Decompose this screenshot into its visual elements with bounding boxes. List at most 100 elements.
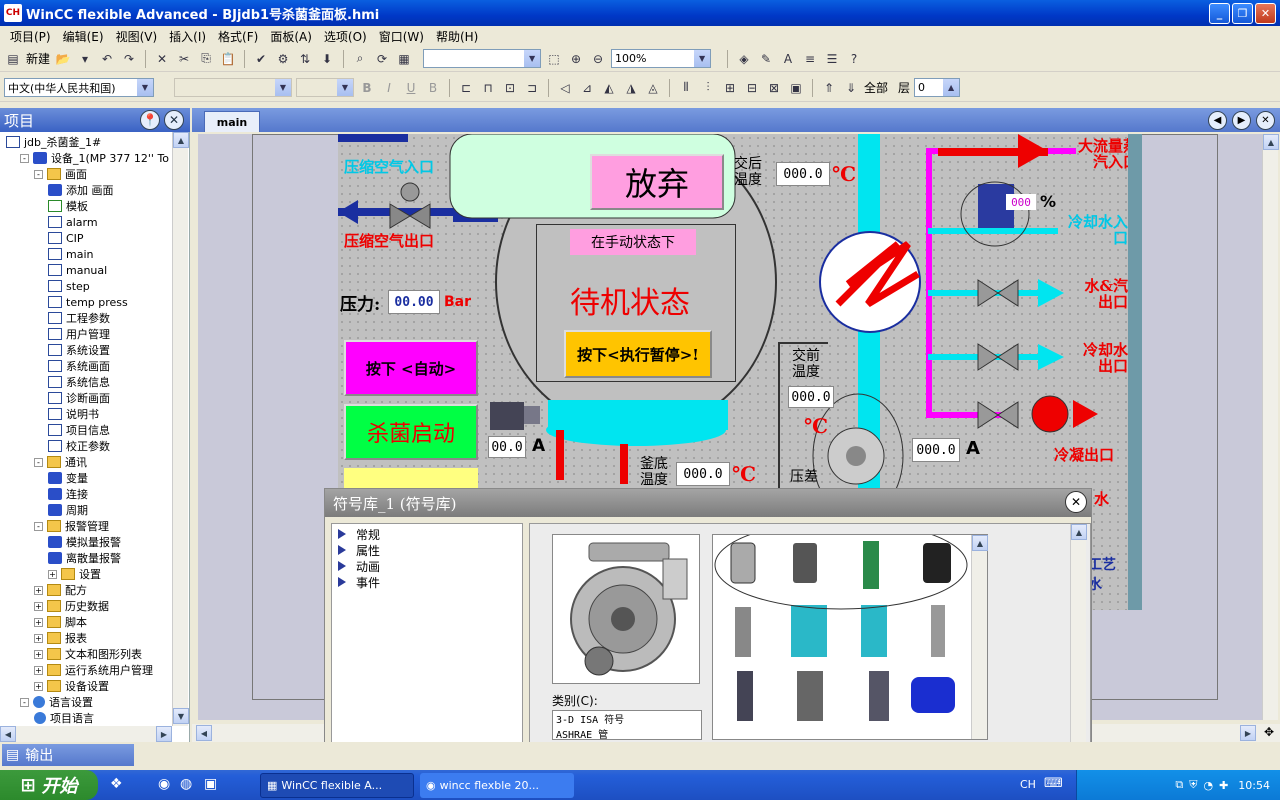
media-icon[interactable]: ◍ bbox=[180, 776, 192, 792]
paste-icon[interactable]: 📋 bbox=[219, 50, 237, 68]
zoom-in-icon[interactable]: ⊕ bbox=[567, 50, 585, 68]
scroll-down-icon[interactable]: ▼ bbox=[173, 708, 189, 724]
menu-help[interactable]: 帮助(H) bbox=[430, 28, 484, 45]
canvas-scroll-left-icon[interactable]: ◀ bbox=[196, 725, 212, 741]
rotate-right-icon[interactable]: ◮ bbox=[622, 79, 640, 97]
category-item[interactable]: 3-D ISA 符号 bbox=[553, 711, 701, 726]
tree-item[interactable]: 说明书 bbox=[48, 406, 99, 422]
language-combo[interactable]: 中文(中华人民共和国) ▼ bbox=[4, 78, 154, 97]
prop-properties[interactable]: 属性 bbox=[338, 542, 380, 558]
zoom-combo[interactable]: 100% ▼ bbox=[611, 49, 712, 68]
tree-item[interactable]: - 语言设置 bbox=[20, 694, 93, 710]
layer-down-icon[interactable]: ⇓ bbox=[842, 79, 860, 97]
expand-icon[interactable]: + bbox=[34, 681, 43, 691]
new-icon[interactable]: ▤ bbox=[4, 50, 22, 68]
dialog-close-icon[interactable]: ✕ bbox=[1065, 491, 1087, 513]
expand-icon[interactable]: + bbox=[34, 601, 43, 611]
scroll-right-icon[interactable]: ▶ bbox=[156, 726, 172, 742]
category-item[interactable]: ASHRAE 管 bbox=[553, 726, 701, 741]
tree-item[interactable]: 变量 bbox=[48, 470, 88, 486]
menu-edit[interactable]: 编辑(E) bbox=[57, 28, 110, 45]
tree-item[interactable]: alarm bbox=[48, 214, 98, 230]
menu-project[interactable]: 项目(P) bbox=[4, 28, 57, 45]
collapse-icon[interactable]: - bbox=[34, 457, 43, 467]
layer-up-icon[interactable]: ⇑ bbox=[820, 79, 838, 97]
pin-icon[interactable]: 📍 bbox=[140, 110, 160, 130]
tree-item[interactable]: temp press bbox=[48, 294, 128, 310]
motor-current-value[interactable]: 00.0 bbox=[488, 436, 526, 458]
minimize-button[interactable]: _ bbox=[1209, 3, 1230, 24]
dialog-scrollbar[interactable]: ▲ bbox=[1070, 524, 1087, 742]
task-browser[interactable]: ◉ wincc flexble 20... bbox=[420, 773, 574, 798]
tree-item[interactable]: + 运行系统用户管理 bbox=[34, 662, 153, 678]
layer-spinner[interactable]: 0 ▲ bbox=[914, 78, 961, 97]
canvas-scroll-up-icon[interactable]: ▲ bbox=[1263, 134, 1279, 150]
group-icon[interactable]: ▣ bbox=[787, 79, 805, 97]
tree-item[interactable]: + 文本和图形列表 bbox=[34, 646, 142, 662]
tree-item[interactable]: 添加 画面 bbox=[48, 182, 114, 198]
binoculars-icon[interactable]: ⌕ bbox=[351, 50, 369, 68]
after-exchange-temp-value[interactable]: 000.0 bbox=[776, 162, 830, 186]
canvas-vscrollbar[interactable]: ▲ bbox=[1262, 134, 1279, 720]
tree-item[interactable]: + 设置 bbox=[48, 566, 101, 582]
tree-item[interactable]: 离散量报警 bbox=[48, 550, 121, 566]
object-combo[interactable]: ▼ bbox=[423, 49, 542, 68]
tree-item[interactable]: + 历史数据 bbox=[34, 598, 109, 614]
distribute-v-icon[interactable]: ⫶ bbox=[699, 79, 717, 97]
tree-item[interactable]: 连接 bbox=[48, 486, 88, 502]
align-right-icon[interactable]: ⊐ bbox=[523, 79, 541, 97]
pressure-value[interactable]: 00.00 bbox=[388, 290, 440, 314]
align-left-icon[interactable]: ⊏ bbox=[457, 79, 475, 97]
maximize-button[interactable]: ❐ bbox=[1232, 3, 1253, 24]
transfer-icon[interactable]: ⇅ bbox=[296, 50, 314, 68]
quicklaunch-icon[interactable]: ❖ bbox=[110, 776, 123, 792]
check-icon[interactable]: ✔ bbox=[252, 50, 270, 68]
new-button[interactable]: 新建 bbox=[26, 50, 50, 67]
menu-format[interactable]: 格式(F) bbox=[212, 28, 264, 45]
tree-item[interactable]: + 脚本 bbox=[34, 614, 87, 630]
scroll-left-icon[interactable]: ◀ bbox=[0, 726, 16, 742]
prop-events[interactable]: 事件 bbox=[338, 574, 380, 590]
line-color-icon[interactable]: ✎ bbox=[757, 50, 775, 68]
zoom-out-icon[interactable]: ⊖ bbox=[589, 50, 607, 68]
expand-icon[interactable]: + bbox=[34, 649, 43, 659]
menu-view[interactable]: 视图(V) bbox=[110, 28, 164, 45]
tree-item[interactable]: 校正参数 bbox=[48, 438, 110, 454]
tree-item[interactable]: 诊断画面 bbox=[48, 390, 110, 406]
valve-percent-value[interactable]: 000 bbox=[1006, 194, 1036, 210]
redo-icon[interactable]: ↷ bbox=[120, 50, 138, 68]
tab-prev-icon[interactable]: ◀ bbox=[1208, 111, 1227, 130]
shield-icon[interactable]: ⛨ bbox=[1189, 778, 1197, 792]
tree-item[interactable]: 模板 bbox=[48, 198, 88, 214]
font-combo[interactable]: ▼ bbox=[174, 78, 292, 97]
tree-item[interactable]: 项目信息 bbox=[48, 422, 110, 438]
keyboard-icon[interactable]: ⌨ bbox=[1044, 776, 1063, 791]
align-center-icon[interactable]: ⊡ bbox=[501, 79, 519, 97]
ie-icon[interactable]: ◉ bbox=[158, 776, 170, 792]
sterilize-start-button[interactable]: 杀菌启动 bbox=[344, 404, 478, 460]
mirror-icon[interactable]: ⊿ bbox=[578, 79, 596, 97]
copy-icon[interactable]: ⎘ bbox=[197, 50, 215, 68]
tree-item[interactable]: CIP bbox=[48, 230, 84, 246]
tree-item[interactable]: 模拟量报警 bbox=[48, 534, 121, 550]
dialog-scroll-up-icon[interactable]: ▲ bbox=[1071, 524, 1087, 540]
partial-button[interactable] bbox=[344, 468, 478, 488]
open-icon[interactable]: 📂 bbox=[54, 50, 72, 68]
italic-icon[interactable]: I bbox=[380, 79, 398, 97]
tree-item[interactable]: - 通讯 bbox=[34, 454, 87, 470]
font-color-icon[interactable]: A bbox=[779, 50, 797, 68]
replace-icon[interactable]: ⟳ bbox=[373, 50, 391, 68]
output-tab[interactable]: ▤ 输出 bbox=[2, 744, 134, 766]
collapse-icon[interactable]: - bbox=[20, 153, 29, 163]
expand-icon[interactable]: + bbox=[48, 569, 57, 579]
menu-options[interactable]: 选项(O) bbox=[318, 28, 373, 45]
prop-animation[interactable]: 动画 bbox=[338, 558, 380, 574]
bold-icon[interactable]: B bbox=[358, 79, 376, 97]
compile-icon[interactable]: ⚙ bbox=[274, 50, 292, 68]
close-button[interactable]: ✕ bbox=[1255, 3, 1276, 24]
expand-icon[interactable]: + bbox=[34, 617, 43, 627]
distribute-h-icon[interactable]: ⫴ bbox=[677, 79, 695, 97]
collapse-icon[interactable]: - bbox=[34, 169, 43, 179]
tree-item[interactable]: + 设备设置 bbox=[34, 678, 109, 694]
delete-icon[interactable]: ✕ bbox=[153, 50, 171, 68]
